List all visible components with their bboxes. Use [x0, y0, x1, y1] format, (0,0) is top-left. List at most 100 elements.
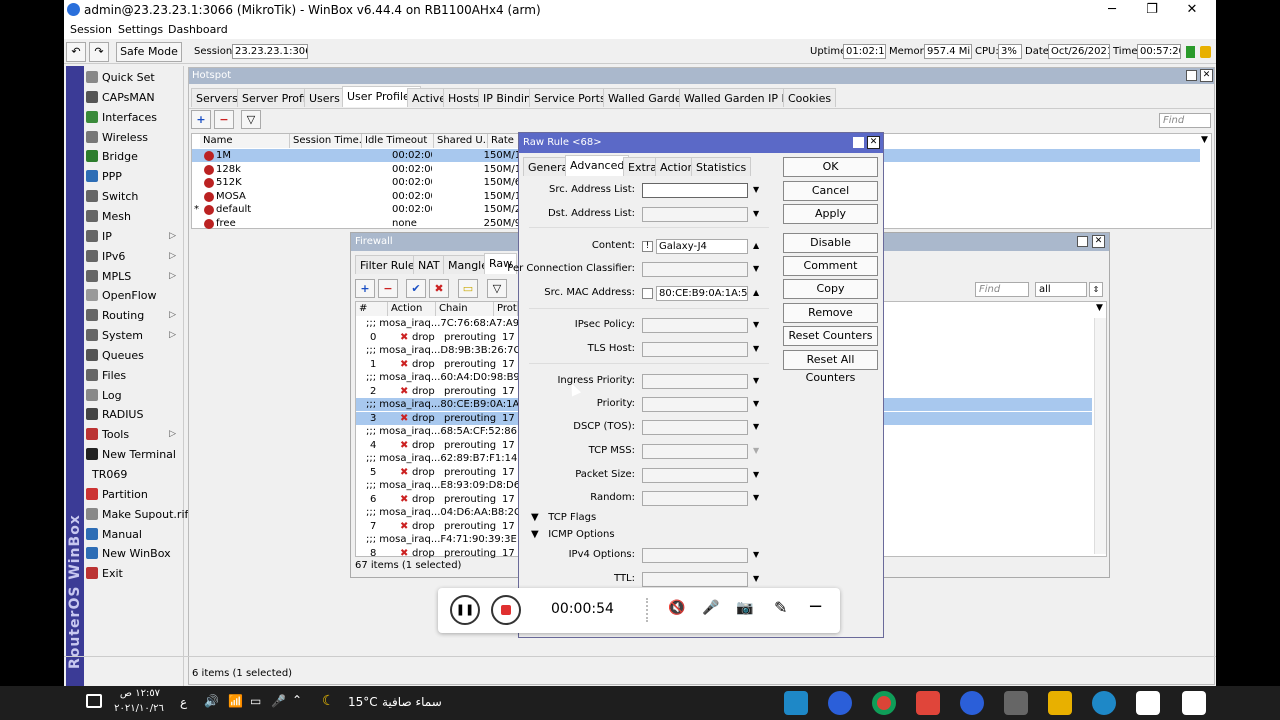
sidebar-item-interfaces[interactable]: Interfaces	[86, 108, 184, 127]
column-header[interactable]: Shared U...	[434, 134, 488, 148]
hotspot-close-icon[interactable]: ✕	[1200, 69, 1213, 82]
tab-users[interactable]: Users	[304, 88, 345, 107]
sidebar-item-new-terminal[interactable]: New Terminal	[86, 445, 184, 464]
sidebar-item-mpls[interactable]: MPLS ▷	[86, 267, 184, 286]
comment-button[interactable]: Comment	[783, 256, 878, 276]
sidebar-item-system[interactable]: System ▷	[86, 326, 184, 345]
sidebar-item-ip[interactable]: IP ▷	[86, 227, 184, 246]
language-indicator[interactable]: ع	[180, 695, 187, 709]
disable-button[interactable]: Disable	[783, 233, 878, 253]
firewall-close-icon[interactable]: ✕	[1092, 235, 1105, 248]
session-field[interactable]: 23.23.23.1:3066	[232, 44, 308, 59]
dropdown-arrow-icon[interactable]: ▼	[753, 550, 759, 559]
dropdown-arrow-icon[interactable]: ▼	[753, 493, 759, 502]
volume-icon[interactable]: 🔊	[204, 694, 219, 708]
negate-checkbox[interactable]: !	[642, 241, 653, 252]
sidebar-item-capsman[interactable]: CAPsMAN	[86, 88, 184, 107]
tray-expand-icon[interactable]: ⌃	[292, 693, 302, 707]
hotspot-find-input[interactable]: Find	[1159, 113, 1211, 128]
stop-button[interactable]	[491, 595, 521, 625]
tab-servers[interactable]: Servers	[191, 88, 243, 107]
field-ttl[interactable]	[642, 572, 748, 587]
field-per-connection-classifier[interactable]	[642, 262, 748, 277]
redo-button[interactable]: ↷	[89, 42, 109, 62]
sidebar-item-new-winbox[interactable]: New WinBox	[86, 544, 184, 563]
sidebar-item-files[interactable]: Files	[86, 366, 184, 385]
sidebar-item-routing[interactable]: Routing ▷	[86, 306, 184, 325]
pen-icon[interactable]: ✎	[774, 598, 787, 617]
tab-nat[interactable]: NAT	[413, 255, 445, 274]
sidebar-item-quick-set[interactable]: Quick Set	[86, 68, 184, 87]
hotspot-maximize-icon[interactable]	[1186, 70, 1197, 81]
sidebar-item-tools[interactable]: Tools ▷	[86, 425, 184, 444]
fw-remove-icon[interactable]: −	[378, 279, 398, 298]
sidebar-item-log[interactable]: Log	[86, 386, 184, 405]
edge-icon[interactable]	[1092, 691, 1116, 715]
comment-icon[interactable]: ▭	[458, 279, 478, 298]
column-header[interactable]: Idle Timeout	[362, 134, 434, 148]
undo-button[interactable]: ↶	[66, 42, 86, 62]
chat-icon[interactable]	[86, 694, 102, 708]
fw-column-header[interactable]: #	[356, 302, 388, 316]
dropdown-arrow-icon[interactable]: ▲	[753, 288, 759, 297]
sidebar-item-switch[interactable]: Switch	[86, 187, 184, 206]
tab-statistics[interactable]: Statistics	[691, 157, 752, 176]
field-ipsec-policy[interactable]	[642, 318, 748, 333]
weather-text[interactable]: سماء صافية	[382, 695, 442, 709]
fw-column-menu-icon[interactable]: ▼	[1096, 303, 1103, 313]
dropdown-arrow-icon[interactable]: ▼	[753, 470, 759, 479]
field-src-address-list[interactable]	[642, 183, 748, 198]
clock-time[interactable]: ١٢:٥٧ ص	[118, 688, 162, 699]
field-tcp-mss[interactable]	[642, 444, 748, 459]
fw-add-icon[interactable]: +	[355, 279, 375, 298]
safe-mode-button[interactable]: Safe Mode	[116, 42, 182, 62]
field-priority[interactable]	[642, 397, 748, 412]
sidebar-item-queues[interactable]: Queues	[86, 346, 184, 365]
field-tls-host[interactable]	[642, 342, 748, 357]
winbox2-taskbar-icon[interactable]	[960, 691, 984, 715]
dropdown-arrow-icon[interactable]: ▼	[753, 422, 759, 431]
dropdown-arrow-icon[interactable]: ▼	[753, 446, 759, 455]
drag-handle[interactable]	[646, 598, 652, 622]
remove-button[interactable]: Remove	[783, 303, 878, 323]
chrome-icon[interactable]	[872, 691, 896, 715]
column-menu-icon[interactable]: ▼	[1201, 135, 1208, 145]
winbox-taskbar-icon[interactable]	[828, 691, 852, 715]
filter-icon[interactable]: ▽	[241, 110, 261, 129]
add-icon[interactable]: +	[191, 110, 211, 129]
menu-dashboard[interactable]: Dashboard	[168, 23, 228, 36]
apply-button[interactable]: Apply	[783, 204, 878, 224]
clock-date[interactable]: ٢٠٢١/١٠/٢٦	[114, 703, 164, 714]
minimize-recorder-icon[interactable]: −	[808, 596, 823, 617]
sidebar-item-partition[interactable]: Partition	[86, 485, 184, 504]
dropdown-arrow-icon[interactable]: ▼	[753, 209, 759, 218]
sidebar-item-tr069[interactable]: TR069	[86, 465, 184, 484]
wifi-icon[interactable]: 📶	[228, 694, 243, 708]
store-icon[interactable]	[1004, 691, 1028, 715]
fw-filter-select[interactable]: all	[1035, 282, 1087, 297]
raw-maximize-icon[interactable]	[853, 137, 864, 148]
anydesk-icon[interactable]	[916, 691, 940, 715]
sidebar-item-ipv6[interactable]: IPv6 ▷	[86, 247, 184, 266]
sidebar-item-mesh[interactable]: Mesh	[86, 207, 184, 226]
sidebar-item-manual[interactable]: Manual	[86, 525, 184, 544]
ok-button[interactable]: OK	[783, 157, 878, 177]
mic-icon[interactable]: 🎤	[702, 600, 719, 616]
dropdown-arrow-icon[interactable]: ▼	[753, 320, 759, 329]
raw-close-icon[interactable]: ✕	[867, 136, 880, 149]
menu-session[interactable]: Session	[70, 23, 112, 36]
fw-filter-dropdown-icon[interactable]: ⇕	[1089, 282, 1103, 297]
fw-column-header[interactable]: Action	[388, 302, 436, 316]
cancel-button[interactable]: Cancel	[783, 181, 878, 201]
icmp-options-section[interactable]: ▼ ICMP Options	[531, 529, 615, 540]
field-ingress-priority[interactable]	[642, 374, 748, 389]
camera-icon[interactable]: 📷	[736, 600, 753, 616]
field-dst-address-list[interactable]	[642, 207, 748, 222]
field-ipv4-options[interactable]	[642, 548, 748, 563]
tcp-flags-section[interactable]: ▼ TCP Flags	[531, 512, 596, 523]
close-window-button[interactable]: ✕	[1172, 1, 1212, 19]
battery-icon[interactable]: ▭	[250, 694, 261, 708]
fw-find-input[interactable]: Find	[975, 282, 1029, 297]
mail-icon[interactable]	[1136, 691, 1160, 715]
dropdown-arrow-icon[interactable]: ▼	[753, 264, 759, 273]
